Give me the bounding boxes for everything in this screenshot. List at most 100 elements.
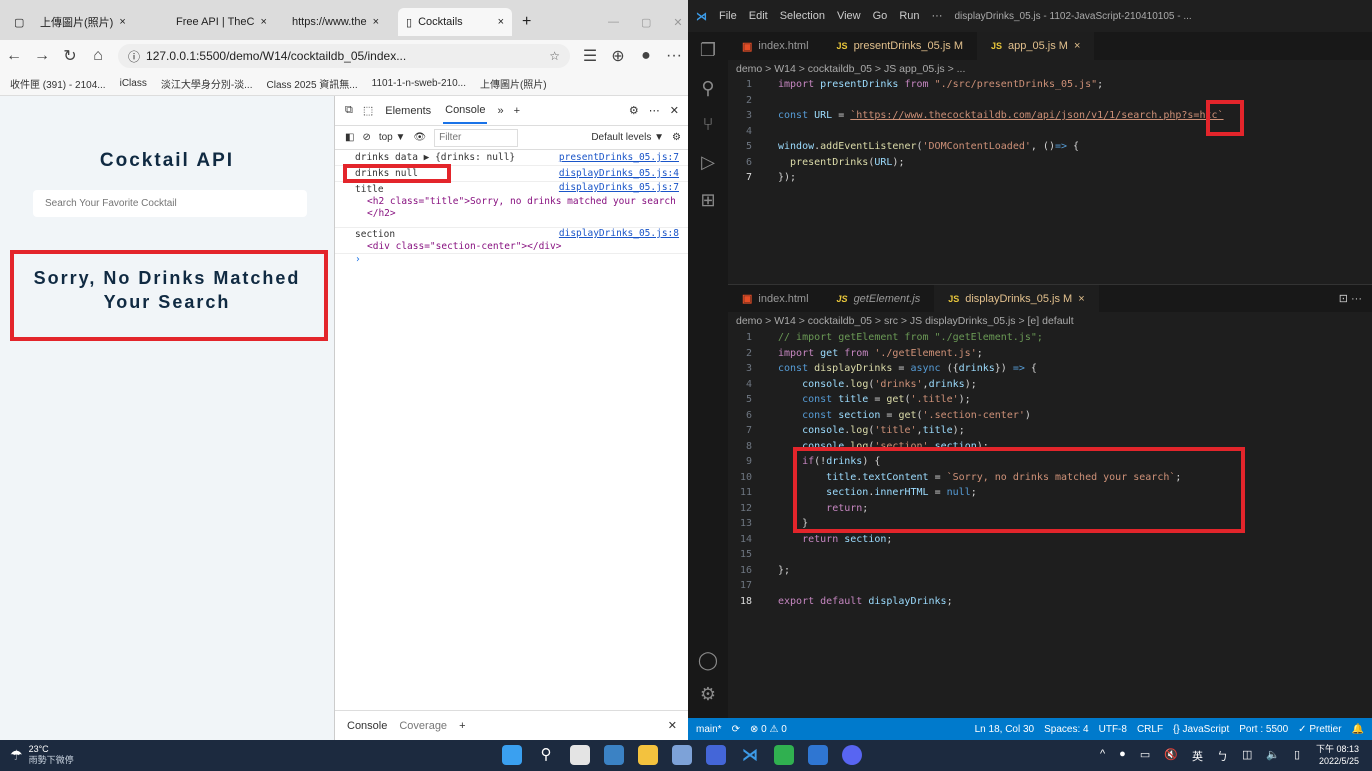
menu-view[interactable]: View xyxy=(837,10,861,22)
encoding-status[interactable]: UTF-8 xyxy=(1099,724,1127,735)
task-view-icon[interactable] xyxy=(570,745,590,765)
forward-icon[interactable]: → xyxy=(28,42,56,70)
console-source-link[interactable]: displayDrinks_05.js:8 xyxy=(559,228,679,240)
window-controls[interactable]: — ▢ ✕ xyxy=(600,8,686,36)
add-tab-icon[interactable]: + xyxy=(514,105,520,117)
close-icon[interactable]: × xyxy=(373,16,379,28)
start-icon[interactable] xyxy=(502,745,522,765)
close-icon[interactable]: ✕ xyxy=(670,104,679,117)
bookmark-item[interactable]: 收件匣 (391) - 2104... xyxy=(10,76,106,91)
home-icon[interactable]: ⌂ xyxy=(84,42,112,70)
tab-cocktaildb[interactable]: https://www.the × xyxy=(284,8,396,36)
bookmark-item[interactable]: iClass xyxy=(120,78,147,89)
inspect-icon[interactable]: ⬚ xyxy=(363,104,373,117)
dock-icon[interactable]: ⋯ xyxy=(649,104,660,117)
new-tab-button[interactable]: + xyxy=(514,8,538,36)
bell-icon[interactable]: 🔔 xyxy=(1352,724,1364,735)
menu-run[interactable]: Run xyxy=(899,10,919,22)
refresh-icon[interactable]: ↻ xyxy=(56,42,84,70)
tab-upload[interactable]: 上傳圖片(照片) × xyxy=(32,8,162,36)
close-icon[interactable]: × xyxy=(498,16,504,28)
eol-status[interactable]: CRLF xyxy=(1137,724,1163,735)
close-icon[interactable]: × xyxy=(1074,40,1080,52)
prettier-status[interactable]: ✓ Prettier xyxy=(1298,724,1341,735)
profile-icon[interactable]: ● xyxy=(632,42,660,70)
search-input[interactable] xyxy=(33,190,307,217)
branch-status[interactable]: main* xyxy=(696,724,722,735)
line-icon[interactable] xyxy=(774,745,794,765)
editor-tab[interactable]: ▣ index.html xyxy=(728,285,823,313)
extensions-icon[interactable]: ⊞ xyxy=(696,190,720,214)
chevron-up-icon[interactable]: ^ xyxy=(1100,748,1105,764)
photos-icon[interactable] xyxy=(808,745,828,765)
search-icon[interactable]: ⚲ xyxy=(696,78,720,102)
favorites-icon[interactable]: ☰ xyxy=(576,42,604,70)
bookmark-item[interactable]: 上傳圖片(照片) xyxy=(480,76,547,91)
keyboard-icon[interactable]: ▭ xyxy=(1140,748,1150,764)
ime-indicator[interactable]: 英 xyxy=(1192,748,1203,764)
menu-more[interactable]: ··· xyxy=(932,10,943,22)
drawer-tab-console[interactable]: Console xyxy=(347,720,387,732)
editor-tab-active[interactable]: JS app_05.js M × xyxy=(977,32,1095,60)
explorer-icon[interactable]: ❐ xyxy=(696,40,720,64)
close-icon[interactable]: ✕ xyxy=(673,16,682,29)
collections-icon[interactable]: ⊕ xyxy=(604,42,632,70)
menu-selection[interactable]: Selection xyxy=(780,10,825,22)
back-icon[interactable]: ← xyxy=(0,42,28,70)
ime-mode-icon[interactable]: ㄅ xyxy=(1217,748,1228,764)
close-icon[interactable]: × xyxy=(1078,293,1084,305)
favorite-icon[interactable]: ☆ xyxy=(549,49,560,63)
editor-tab-active[interactable]: JS displayDrinks_05.js M × xyxy=(934,284,1099,313)
editor-tab[interactable]: ▣ index.html xyxy=(728,32,823,60)
bookmark-item[interactable]: 淡江大學身分別-淡... xyxy=(161,76,253,91)
console-element[interactable]: <h2 class="title">Sorry, no drinks match… xyxy=(355,196,689,208)
menu-go[interactable]: Go xyxy=(873,10,888,22)
code-editor-top[interactable]: 1 import presentDrinks from "./src/presen… xyxy=(728,77,1372,186)
more-tabs-icon[interactable]: » xyxy=(497,105,503,117)
console-source-link[interactable]: presentDrinks_05.js:7 xyxy=(559,150,679,166)
console-source-link[interactable]: displayDrinks_05.js:7 xyxy=(559,182,679,194)
file-explorer-icon[interactable] xyxy=(638,745,658,765)
vscode-icon[interactable]: ⋊ xyxy=(740,745,760,765)
breadcrumb[interactable]: demo > W14 > cocktaildb_05 > src > JS di… xyxy=(736,315,1074,327)
menu-file[interactable]: File xyxy=(719,10,737,22)
close-icon[interactable]: × xyxy=(260,16,266,28)
close-icon[interactable]: × xyxy=(119,16,125,28)
console-element[interactable]: </h2> xyxy=(355,208,689,220)
add-tab-icon[interactable]: + xyxy=(459,720,465,732)
maximize-icon[interactable]: ▢ xyxy=(641,16,651,29)
close-icon[interactable]: ✕ xyxy=(668,719,677,732)
gear-icon[interactable]: ⚙ xyxy=(629,104,639,117)
address-bar[interactable]: ⓘ 127.0.0.1:5500/demo/W14/cocktaildb_05/i… xyxy=(118,44,570,68)
display-icon[interactable]: ◫ xyxy=(1242,748,1252,764)
menu-edit[interactable]: Edit xyxy=(749,10,768,22)
bookmark-item[interactable]: 1101-1-n-sweb-210... xyxy=(372,78,466,89)
sync-icon[interactable]: ⟳ xyxy=(732,724,740,735)
tab-console[interactable]: Console xyxy=(443,98,488,124)
levels-select[interactable]: Default levels ▼ xyxy=(591,132,664,143)
speaker-mute-icon[interactable]: 🔇 xyxy=(1164,748,1178,764)
problems-status[interactable]: ⊗ 0 ⚠ 0 xyxy=(750,724,787,735)
editor-tab[interactable]: JS getElement.js xyxy=(823,285,935,313)
weather-widget[interactable]: ☂ 23°C 雨勢下微停 xyxy=(10,744,74,766)
tab-free-api[interactable]: Free API | TheC × xyxy=(168,8,280,36)
edge-icon[interactable] xyxy=(604,745,624,765)
cursor-position[interactable]: Ln 18, Col 30 xyxy=(975,724,1035,735)
network-icon[interactable]: ● xyxy=(1119,748,1126,764)
more-icon[interactable]: ··· xyxy=(660,42,688,70)
sidebar-icon[interactable]: ◧ xyxy=(345,132,354,143)
tab-cocktails[interactable]: ▯ Cocktails × xyxy=(398,8,512,36)
bookmark-item[interactable]: Class 2025 資訊無... xyxy=(267,76,358,91)
breadcrumb[interactable]: demo > W14 > cocktaildb_05 > JS app_05.j… xyxy=(736,63,965,75)
clock[interactable]: 下午 08:13 2022/5/25 xyxy=(1316,743,1359,767)
eye-icon[interactable]: 👁 xyxy=(413,132,426,143)
console-source-link[interactable]: displayDrinks_05.js:4 xyxy=(559,166,679,182)
battery-icon[interactable]: ▯ xyxy=(1294,748,1300,764)
discord-icon[interactable] xyxy=(842,745,862,765)
console-prompt[interactable]: › xyxy=(335,254,689,270)
split-editor-icon[interactable]: ⊡ ··· xyxy=(1339,292,1362,305)
volume-icon[interactable]: 🔈 xyxy=(1266,748,1280,764)
gear-icon[interactable]: ⚙ xyxy=(672,132,681,143)
search-icon[interactable]: ⚲ xyxy=(536,745,556,765)
tab-elements[interactable]: Elements xyxy=(383,99,433,123)
